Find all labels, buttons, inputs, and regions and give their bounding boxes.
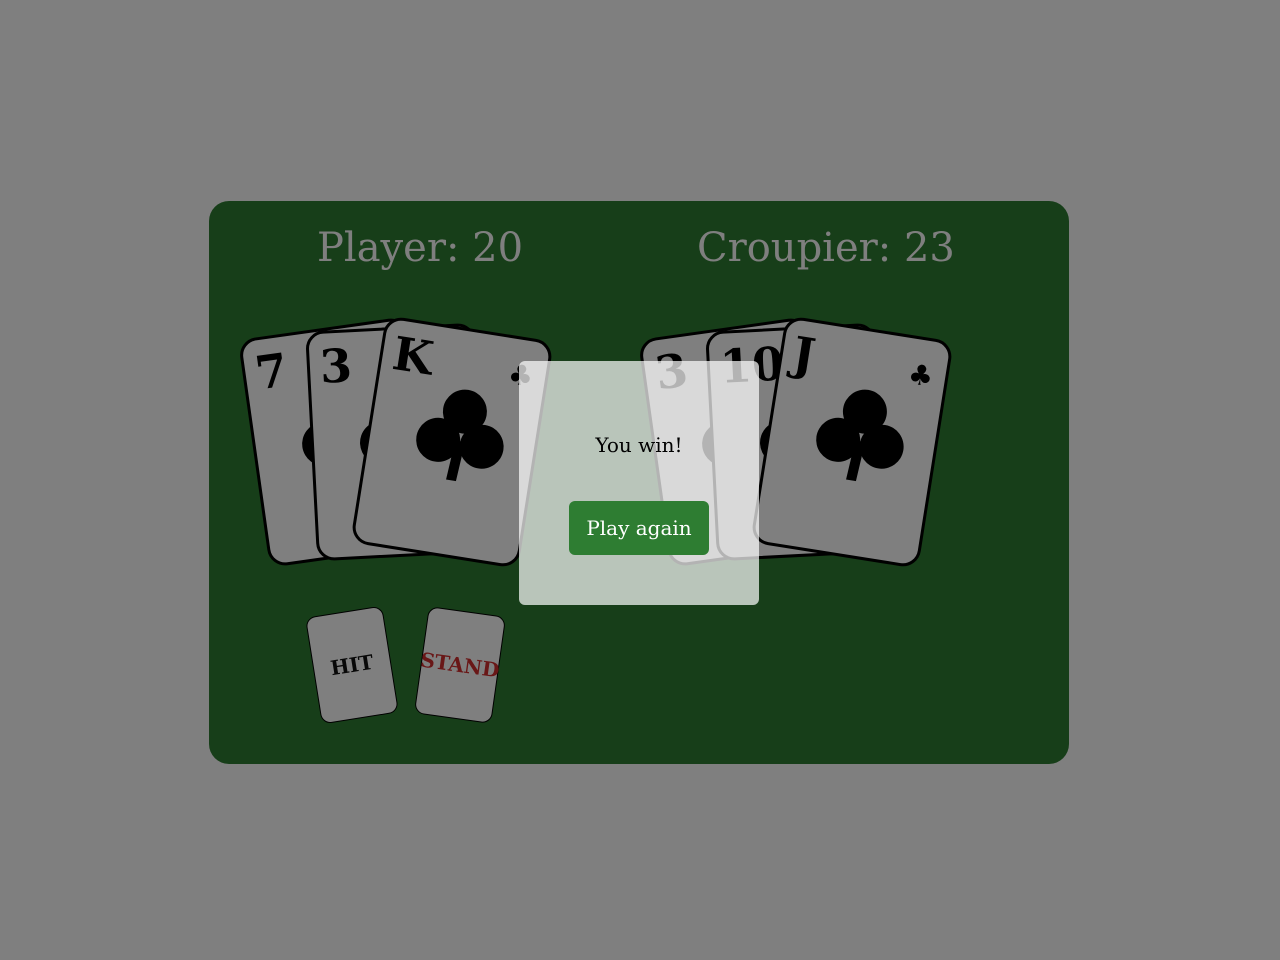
play-again-button[interactable]: Play again bbox=[569, 501, 709, 555]
result-message: You win! bbox=[595, 433, 683, 457]
result-dialog: You win! Play again bbox=[519, 361, 759, 605]
